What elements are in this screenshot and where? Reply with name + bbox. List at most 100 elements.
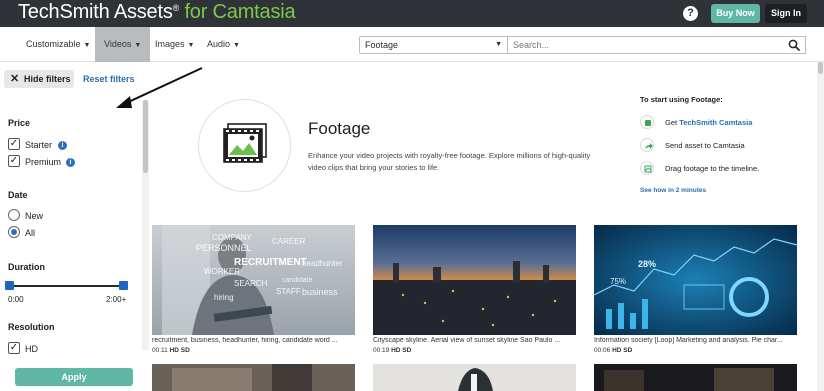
help-icon[interactable]: ? bbox=[683, 6, 698, 21]
step-drag-footage: Drag footage to the timeline. bbox=[665, 164, 760, 173]
overlay-word: candidate bbox=[282, 277, 313, 284]
result-badge: HD SD bbox=[612, 347, 633, 354]
nav-audio[interactable]: Audio ▼ bbox=[198, 27, 249, 62]
nav-label: Customizable bbox=[26, 39, 81, 49]
timeline-icon bbox=[640, 161, 654, 175]
video-thumbnail[interactable] bbox=[373, 225, 576, 335]
premium-checkbox[interactable]: ✓ bbox=[8, 155, 20, 167]
nav-videos[interactable]: Videos ▼ bbox=[95, 27, 151, 62]
logo-main-text: TechSmith Assets bbox=[18, 1, 173, 23]
film-footage-icon bbox=[223, 123, 267, 163]
date-all-label: All bbox=[25, 228, 36, 238]
step-send-asset: Send asset to Camtasia bbox=[665, 141, 745, 150]
get-camtasia-link[interactable]: TechSmith Camtasia bbox=[679, 118, 752, 127]
see-how-link[interactable]: See how in 2 minutes bbox=[640, 187, 706, 194]
nav-customizable[interactable]: Customizable ▼ bbox=[17, 27, 99, 62]
duration-slider-min-handle[interactable] bbox=[5, 281, 14, 290]
filter-sidebar bbox=[0, 100, 150, 391]
nav-label: Videos bbox=[104, 39, 132, 49]
overlay-word: COMPANY bbox=[212, 233, 252, 242]
premium-label: Premium bbox=[25, 157, 62, 167]
category-select-value: Footage bbox=[365, 40, 399, 50]
result-badge: HD SD bbox=[391, 347, 412, 354]
page-description: Enhance your video projects with royalty… bbox=[308, 151, 591, 172]
video-thumbnail[interactable]: 28% 75% bbox=[594, 225, 797, 335]
start-using-heading: To start using Footage: bbox=[640, 95, 723, 104]
overlay-word: SEARCH bbox=[234, 279, 268, 288]
duration-max-label: 2:00+ bbox=[106, 295, 127, 304]
result-duration: 00:19 bbox=[373, 347, 390, 354]
info-icon[interactable]: i bbox=[58, 141, 67, 150]
search-icon[interactable] bbox=[788, 39, 800, 51]
chevron-down-icon: ▼ bbox=[233, 42, 240, 49]
duration-slider-max-handle[interactable] bbox=[119, 281, 128, 290]
hd-checkbox[interactable]: ✓ bbox=[8, 342, 20, 354]
overlay-word: headhunter bbox=[302, 259, 343, 268]
starter-label: Starter bbox=[25, 140, 53, 150]
starter-checkbox[interactable]: ✓ bbox=[8, 138, 20, 150]
close-icon: ✕ bbox=[10, 73, 20, 85]
overlay-word: 28% bbox=[638, 259, 657, 269]
hide-filters-button[interactable]: ✕ Hide filters bbox=[4, 70, 74, 88]
overlay-word: STAFF bbox=[276, 287, 301, 296]
chevron-down-icon: ▼ bbox=[83, 42, 91, 49]
duration-min-label: 0:00 bbox=[8, 295, 24, 304]
video-thumbnail[interactable] bbox=[594, 364, 797, 391]
apply-filters-button[interactable]: Apply bbox=[15, 368, 133, 386]
result-meta: 00:06 HD SD bbox=[594, 347, 632, 354]
category-select[interactable]: Footage ▼ bbox=[359, 36, 508, 54]
step-text: Get bbox=[665, 118, 680, 127]
date-all-radio[interactable] bbox=[8, 226, 20, 238]
share-arrow-icon bbox=[640, 138, 654, 152]
video-thumbnail[interactable] bbox=[373, 364, 576, 391]
page-scrollbar[interactable] bbox=[817, 62, 824, 391]
sidebar-scrollbar[interactable] bbox=[142, 100, 149, 350]
nav-label: Audio bbox=[207, 39, 231, 49]
date-heading: Date bbox=[8, 190, 28, 200]
duration-heading: Duration bbox=[8, 262, 45, 272]
overlay-word: business bbox=[302, 287, 338, 297]
date-new-label: New bbox=[25, 211, 44, 221]
top-bar: TechSmith Assets® for Camtasia ? Buy Now… bbox=[0, 0, 824, 27]
result-card[interactable]: Cityscape skyline. Aerial view of sunset… bbox=[373, 225, 576, 357]
sign-in-button[interactable]: Sign In bbox=[765, 4, 807, 23]
result-duration: 00:06 bbox=[594, 347, 611, 354]
step-get-camtasia: Get TechSmith Camtasia bbox=[665, 118, 752, 127]
result-title[interactable]: Cityscape skyline. Aerial view of sunset… bbox=[373, 337, 576, 344]
hide-filters-label: Hide filters bbox=[24, 74, 71, 84]
chevron-down-icon: ▼ bbox=[495, 41, 502, 48]
chevron-down-icon: ▼ bbox=[187, 42, 195, 49]
nav-label: Images bbox=[155, 39, 185, 49]
info-icon[interactable]: i bbox=[66, 158, 75, 167]
footage-illustration bbox=[198, 99, 291, 192]
duration-slider-track[interactable] bbox=[8, 285, 124, 287]
result-card[interactable]: 28% 75% Information society [Loop] Marke… bbox=[594, 225, 797, 357]
camtasia-icon bbox=[640, 115, 654, 129]
overlay-word: WORKER bbox=[204, 267, 240, 276]
scrollbar-thumb[interactable] bbox=[143, 100, 148, 173]
search-input[interactable] bbox=[508, 36, 806, 54]
overlay-word: hiring bbox=[214, 293, 234, 302]
video-thumbnail[interactable] bbox=[152, 364, 355, 391]
buy-now-button[interactable]: Buy Now bbox=[711, 4, 760, 23]
chevron-down-icon: ▼ bbox=[134, 42, 142, 49]
overlay-word: CAREER bbox=[272, 237, 306, 246]
result-meta: 00:11 HD SD bbox=[152, 347, 190, 354]
hd-label: HD bbox=[25, 344, 38, 354]
logo[interactable]: TechSmith Assets® for Camtasia bbox=[18, 1, 296, 24]
result-title[interactable]: recruitment, business, headhunter, hirin… bbox=[152, 337, 355, 344]
scrollbar-thumb[interactable] bbox=[818, 62, 823, 74]
result-title[interactable]: Information society [Loop] Marketing and… bbox=[594, 337, 797, 344]
overlay-word: RECRUITMENT bbox=[234, 257, 307, 268]
video-thumbnail[interactable]: COMPANY CAREER PERSONNEL RECRUITMENT hea… bbox=[152, 225, 355, 335]
result-duration: 00:11 bbox=[152, 347, 168, 354]
nav-images[interactable]: Images ▼ bbox=[146, 27, 203, 62]
price-heading: Price bbox=[8, 118, 31, 128]
result-card[interactable]: COMPANY CAREER PERSONNEL RECRUITMENT hea… bbox=[152, 225, 355, 357]
date-new-radio[interactable] bbox=[8, 209, 20, 221]
overlay-word: 75% bbox=[610, 277, 627, 286]
result-meta: 00:19 HD SD bbox=[373, 347, 411, 354]
logo-registered-mark: ® bbox=[172, 3, 180, 13]
overlay-word: PERSONNEL bbox=[196, 243, 252, 253]
result-badge: HD SD bbox=[169, 347, 190, 354]
